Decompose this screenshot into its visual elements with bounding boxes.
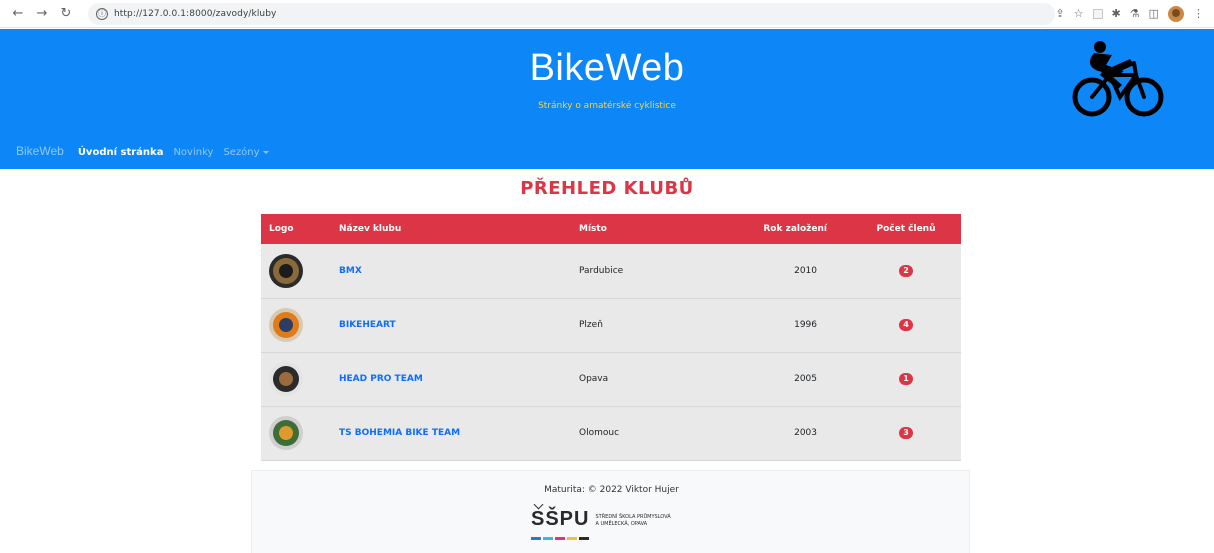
reload-icon[interactable]: ↻ bbox=[56, 4, 76, 24]
club-logo-head-pro-team bbox=[269, 362, 303, 396]
club-year: 2010 bbox=[794, 265, 817, 276]
table-row: HEAD PRO TEAM Opava 2005 1 bbox=[261, 352, 961, 406]
stripe bbox=[543, 537, 553, 540]
extension-icon[interactable] bbox=[1092, 8, 1103, 19]
club-link-ts-bohemia[interactable]: TS BOHEMIA BIKE TEAM bbox=[339, 428, 460, 438]
stripe bbox=[555, 537, 565, 540]
caret-down-icon bbox=[262, 150, 269, 154]
club-year: 1996 bbox=[794, 320, 817, 330]
stripe bbox=[567, 537, 577, 540]
profile-avatar-icon[interactable] bbox=[1168, 5, 1184, 22]
nav-link-home[interactable]: Úvodní stránka bbox=[78, 147, 164, 158]
site-title: BikeWeb bbox=[529, 47, 685, 89]
table-row: BIKEHEART Plzeň 1996 4 bbox=[261, 298, 961, 352]
club-link-bikeheart[interactable]: BIKEHEART bbox=[339, 320, 396, 330]
header-logo: Logo bbox=[269, 224, 294, 234]
browser-actions: ⇪ ☆ ✱ ⚗ ◫ ⋮ bbox=[1055, 5, 1204, 22]
forward-arrow-icon[interactable]: → bbox=[32, 4, 52, 24]
club-place: Plzeň bbox=[579, 320, 603, 330]
browser-nav-buttons: ← → ↻ bbox=[8, 4, 76, 24]
club-name-cell: BIKEHEART bbox=[331, 298, 571, 352]
stripe bbox=[579, 537, 589, 540]
logo-cell bbox=[261, 406, 331, 460]
members-cell: 3 bbox=[851, 406, 961, 460]
header-year: Rok založení bbox=[763, 224, 827, 234]
clubs-table-wrapper: Logo Název klubu Místo Rok založení Poče… bbox=[261, 214, 961, 461]
school-name-line2: A UMĚLECKÁ, OPAVA bbox=[595, 520, 648, 527]
club-logo-bmx bbox=[269, 253, 303, 288]
club-place: Opava bbox=[579, 374, 609, 384]
members-cell: 2 bbox=[851, 244, 961, 298]
club-year: 2005 bbox=[794, 374, 817, 384]
flask-icon[interactable]: ⚗ bbox=[1130, 7, 1140, 20]
members-badge: 2 bbox=[899, 264, 913, 277]
school-name-line1: STŘEDNÍ ŠKOLA PRŮMYSLOVÁ bbox=[595, 514, 671, 520]
logo-cell bbox=[261, 244, 331, 298]
header-place: Místo bbox=[579, 224, 607, 234]
club-place: Pardubice bbox=[579, 265, 624, 276]
page-title: PŘEHLED KLUBŮ bbox=[520, 178, 694, 199]
club-year: 2003 bbox=[794, 428, 817, 438]
school-logo-name: STŘEDNÍ ŠKOLA PRŮMYSLOVÁ A UMĚLECKÁ, OPA… bbox=[595, 514, 670, 529]
clubs-table: Logo Název klubu Místo Rok založení Poče… bbox=[261, 214, 961, 461]
table-row: BMX Pardubice 2010 2 bbox=[261, 244, 961, 298]
kebab-menu-icon[interactable]: ⋮ bbox=[1193, 7, 1204, 20]
header-club-name: Název klubu bbox=[339, 224, 402, 234]
school-logo-mark: SŠPU bbox=[531, 503, 589, 529]
star-icon[interactable]: ☆ bbox=[1074, 7, 1084, 20]
info-icon[interactable]: ⓘ bbox=[96, 7, 108, 20]
site-header: BikeWeb Stránky o amatérské cyklistice B… bbox=[0, 29, 1214, 169]
logo-cell bbox=[261, 352, 331, 406]
club-link-bmx[interactable]: BMX bbox=[339, 266, 362, 276]
site-footer: Maturita: © 2022 Viktor Hujer SŠPU STŘED… bbox=[251, 470, 970, 553]
address-bar[interactable]: ⓘ http://127.0.0.1:8000/zavody/kluby bbox=[88, 2, 1056, 25]
back-arrow-icon[interactable]: ← bbox=[8, 4, 28, 24]
club-name-cell: HEAD PRO TEAM bbox=[331, 352, 571, 406]
stripe bbox=[531, 537, 541, 540]
club-logo-ts-bohemia bbox=[269, 416, 303, 450]
share-icon[interactable]: ⇪ bbox=[1055, 7, 1064, 20]
nav-dropdown-seasons-label: Sezóny bbox=[223, 147, 260, 158]
browser-toolbar: ← → ↻ ⓘ http://127.0.0.1:8000/zavody/klu… bbox=[0, 0, 1214, 28]
members-badge: 3 bbox=[899, 427, 913, 439]
cyclist-logo-icon bbox=[1072, 41, 1164, 117]
nav-brand[interactable]: BikeWeb bbox=[16, 144, 64, 158]
school-logo: SŠPU STŘEDNÍ ŠKOLA PRŮMYSLOVÁ A UMĚLECKÁ… bbox=[531, 503, 671, 529]
sidepanel-icon[interactable]: ◫ bbox=[1149, 7, 1159, 20]
school-color-stripes bbox=[531, 537, 589, 540]
club-name-cell: BMX bbox=[331, 244, 571, 298]
logo-cell bbox=[261, 298, 331, 352]
members-cell: 4 bbox=[851, 298, 961, 352]
puzzle-icon[interactable]: ✱ bbox=[1112, 7, 1121, 20]
club-logo-bikeheart bbox=[269, 308, 303, 342]
header-members: Počet členů bbox=[876, 224, 936, 234]
footer-copyright: Maturita: © 2022 Viktor Hujer bbox=[544, 485, 679, 495]
site-subtitle: Stránky o amatérské cyklistice bbox=[538, 101, 676, 111]
nav-link-news[interactable]: Novinky bbox=[173, 147, 213, 158]
club-link-head-pro-team[interactable]: HEAD PRO TEAM bbox=[339, 374, 423, 384]
members-badge: 1 bbox=[899, 373, 913, 385]
address-url[interactable]: http://127.0.0.1:8000/zavody/kluby bbox=[114, 9, 276, 19]
club-name-cell: TS BOHEMIA BIKE TEAM bbox=[331, 406, 571, 460]
main-navbar: BikeWeb Úvodní stránka Novinky Sezóny bbox=[16, 144, 269, 158]
table-row: TS BOHEMIA BIKE TEAM Olomouc 2003 3 bbox=[261, 406, 961, 460]
table-header-row: Logo Název klubu Místo Rok založení Poče… bbox=[261, 214, 961, 244]
nav-dropdown-seasons[interactable]: Sezóny bbox=[223, 147, 269, 158]
club-place: Olomouc bbox=[579, 428, 620, 438]
members-badge: 4 bbox=[899, 319, 913, 331]
members-cell: 1 bbox=[851, 352, 961, 406]
